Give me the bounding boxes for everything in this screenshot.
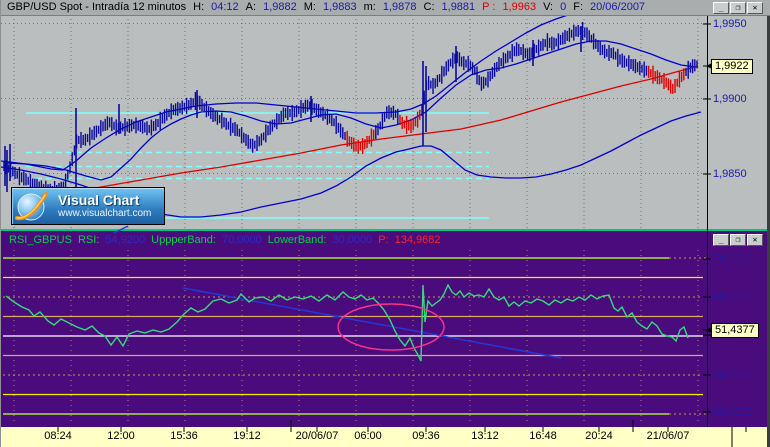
rsi-header-segment: 70,0000 — [221, 234, 262, 246]
chart-window-titlebar[interactable]: GBP/USD Spot - Intradía 12 minutos H: 04:1… — [1, 0, 770, 16]
rsi-header-segment: RSI_GBPUS — [9, 234, 72, 246]
price-axis-label: 1,9850 — [713, 168, 747, 180]
title-segment: V: — [543, 1, 554, 13]
minimize-button[interactable]: _ — [713, 234, 729, 246]
price-axis-label: 1,9900 — [713, 93, 747, 105]
visual-chart-window: GBP/USD Spot - Intradía 12 minutos H: 04:1… — [0, 0, 770, 447]
rsi-last-value: 51,4377 — [715, 324, 755, 336]
time-axis-label: 20:24 — [585, 430, 613, 442]
maximize-button[interactable]: ❐ — [730, 2, 746, 14]
price-axis-label: 1,9950 — [713, 18, 747, 30]
rsi-axis-label: 60,0000 — [713, 291, 753, 303]
title-segment: H: — [193, 1, 205, 13]
rsi-header-segment: 30,0000 — [332, 234, 373, 246]
close-button[interactable]: ✕ — [747, 234, 763, 246]
time-axis-label: 19:12 — [233, 430, 261, 442]
visual-chart-logo: Visual Chart www.visualchart.com — [11, 187, 165, 225]
title-segment: F: — [573, 1, 583, 13]
title-segment: M: — [303, 1, 316, 13]
rsi-axis-label: 70,0000 — [713, 253, 753, 265]
title-segment: 1,9878 — [382, 1, 417, 13]
rsi-axis-label: 30,0000 — [713, 406, 753, 418]
rsi-header-segment: 54,9200 — [105, 234, 146, 246]
logo-title: Visual Chart — [58, 192, 140, 208]
time-axis-label: 12:00 — [107, 430, 135, 442]
title-segment: 1,9963 — [502, 1, 537, 13]
title-segment: 20/06/2007 — [590, 1, 646, 13]
time-axis-label: 21/06/07 — [646, 430, 690, 442]
logo-url: www.visualchart.com — [58, 208, 152, 219]
rsi-header-segment: 134,9682 — [394, 234, 441, 246]
last-price-box: 1,9922 — [706, 59, 753, 74]
time-axis-label: 15:36 — [170, 430, 198, 442]
rsi-value-box: 51,4377 — [706, 323, 759, 338]
title-segment: 1,9881 — [441, 1, 476, 13]
rsi-header-segment: LowerBand: — [267, 234, 327, 246]
time-axis-label: 09:36 — [412, 430, 440, 442]
close-button[interactable]: ✕ — [747, 2, 763, 14]
window-controls-price: _ ❐ ✕ — [713, 2, 763, 14]
rsi-axis-label: 40,0000 — [713, 369, 753, 381]
rsi-header-segment: RSI: — [77, 234, 100, 246]
time-axis-label: 08:24 — [44, 430, 72, 442]
title-segment: 1,9883 — [322, 1, 357, 13]
title-segment: A: — [245, 1, 257, 13]
minimize-button[interactable]: _ — [713, 2, 729, 14]
rsi-header-segment: P: — [378, 234, 389, 246]
rsi-header: RSI_GBPUS RSI: 54,9200 UppperBand: 70,0000 Lo… — [9, 233, 447, 247]
title-segment: GBP/USD Spot - Intradía 12 minutos — [7, 1, 187, 13]
title-segment: 0 — [560, 1, 567, 13]
rsi-header-segment: UppperBand: — [151, 234, 216, 246]
last-price-value: 1,9922 — [715, 60, 749, 72]
title-segment: 04:12 — [211, 1, 239, 13]
visual-chart-swoosh-icon — [15, 192, 48, 221]
title-segment: m: — [363, 1, 376, 13]
maximize-button[interactable]: ❐ — [730, 234, 746, 246]
title-segment: C: — [423, 1, 435, 13]
chart-title: GBP/USD Spot - Intradía 12 minutos H: 04:1… — [7, 1, 652, 14]
title-segment: P : — [482, 1, 496, 13]
time-axis-label: 16:48 — [529, 430, 557, 442]
time-axis-label: 06:00 — [354, 430, 382, 442]
rsi-indicator-pane[interactable] — [1, 231, 767, 427]
title-segment: 1,9882 — [263, 1, 297, 13]
price-axis-border — [707, 15, 708, 427]
time-axis-label: 13:12 — [471, 430, 499, 442]
window-controls-rsi: _ ❐ ✕ — [713, 234, 763, 246]
